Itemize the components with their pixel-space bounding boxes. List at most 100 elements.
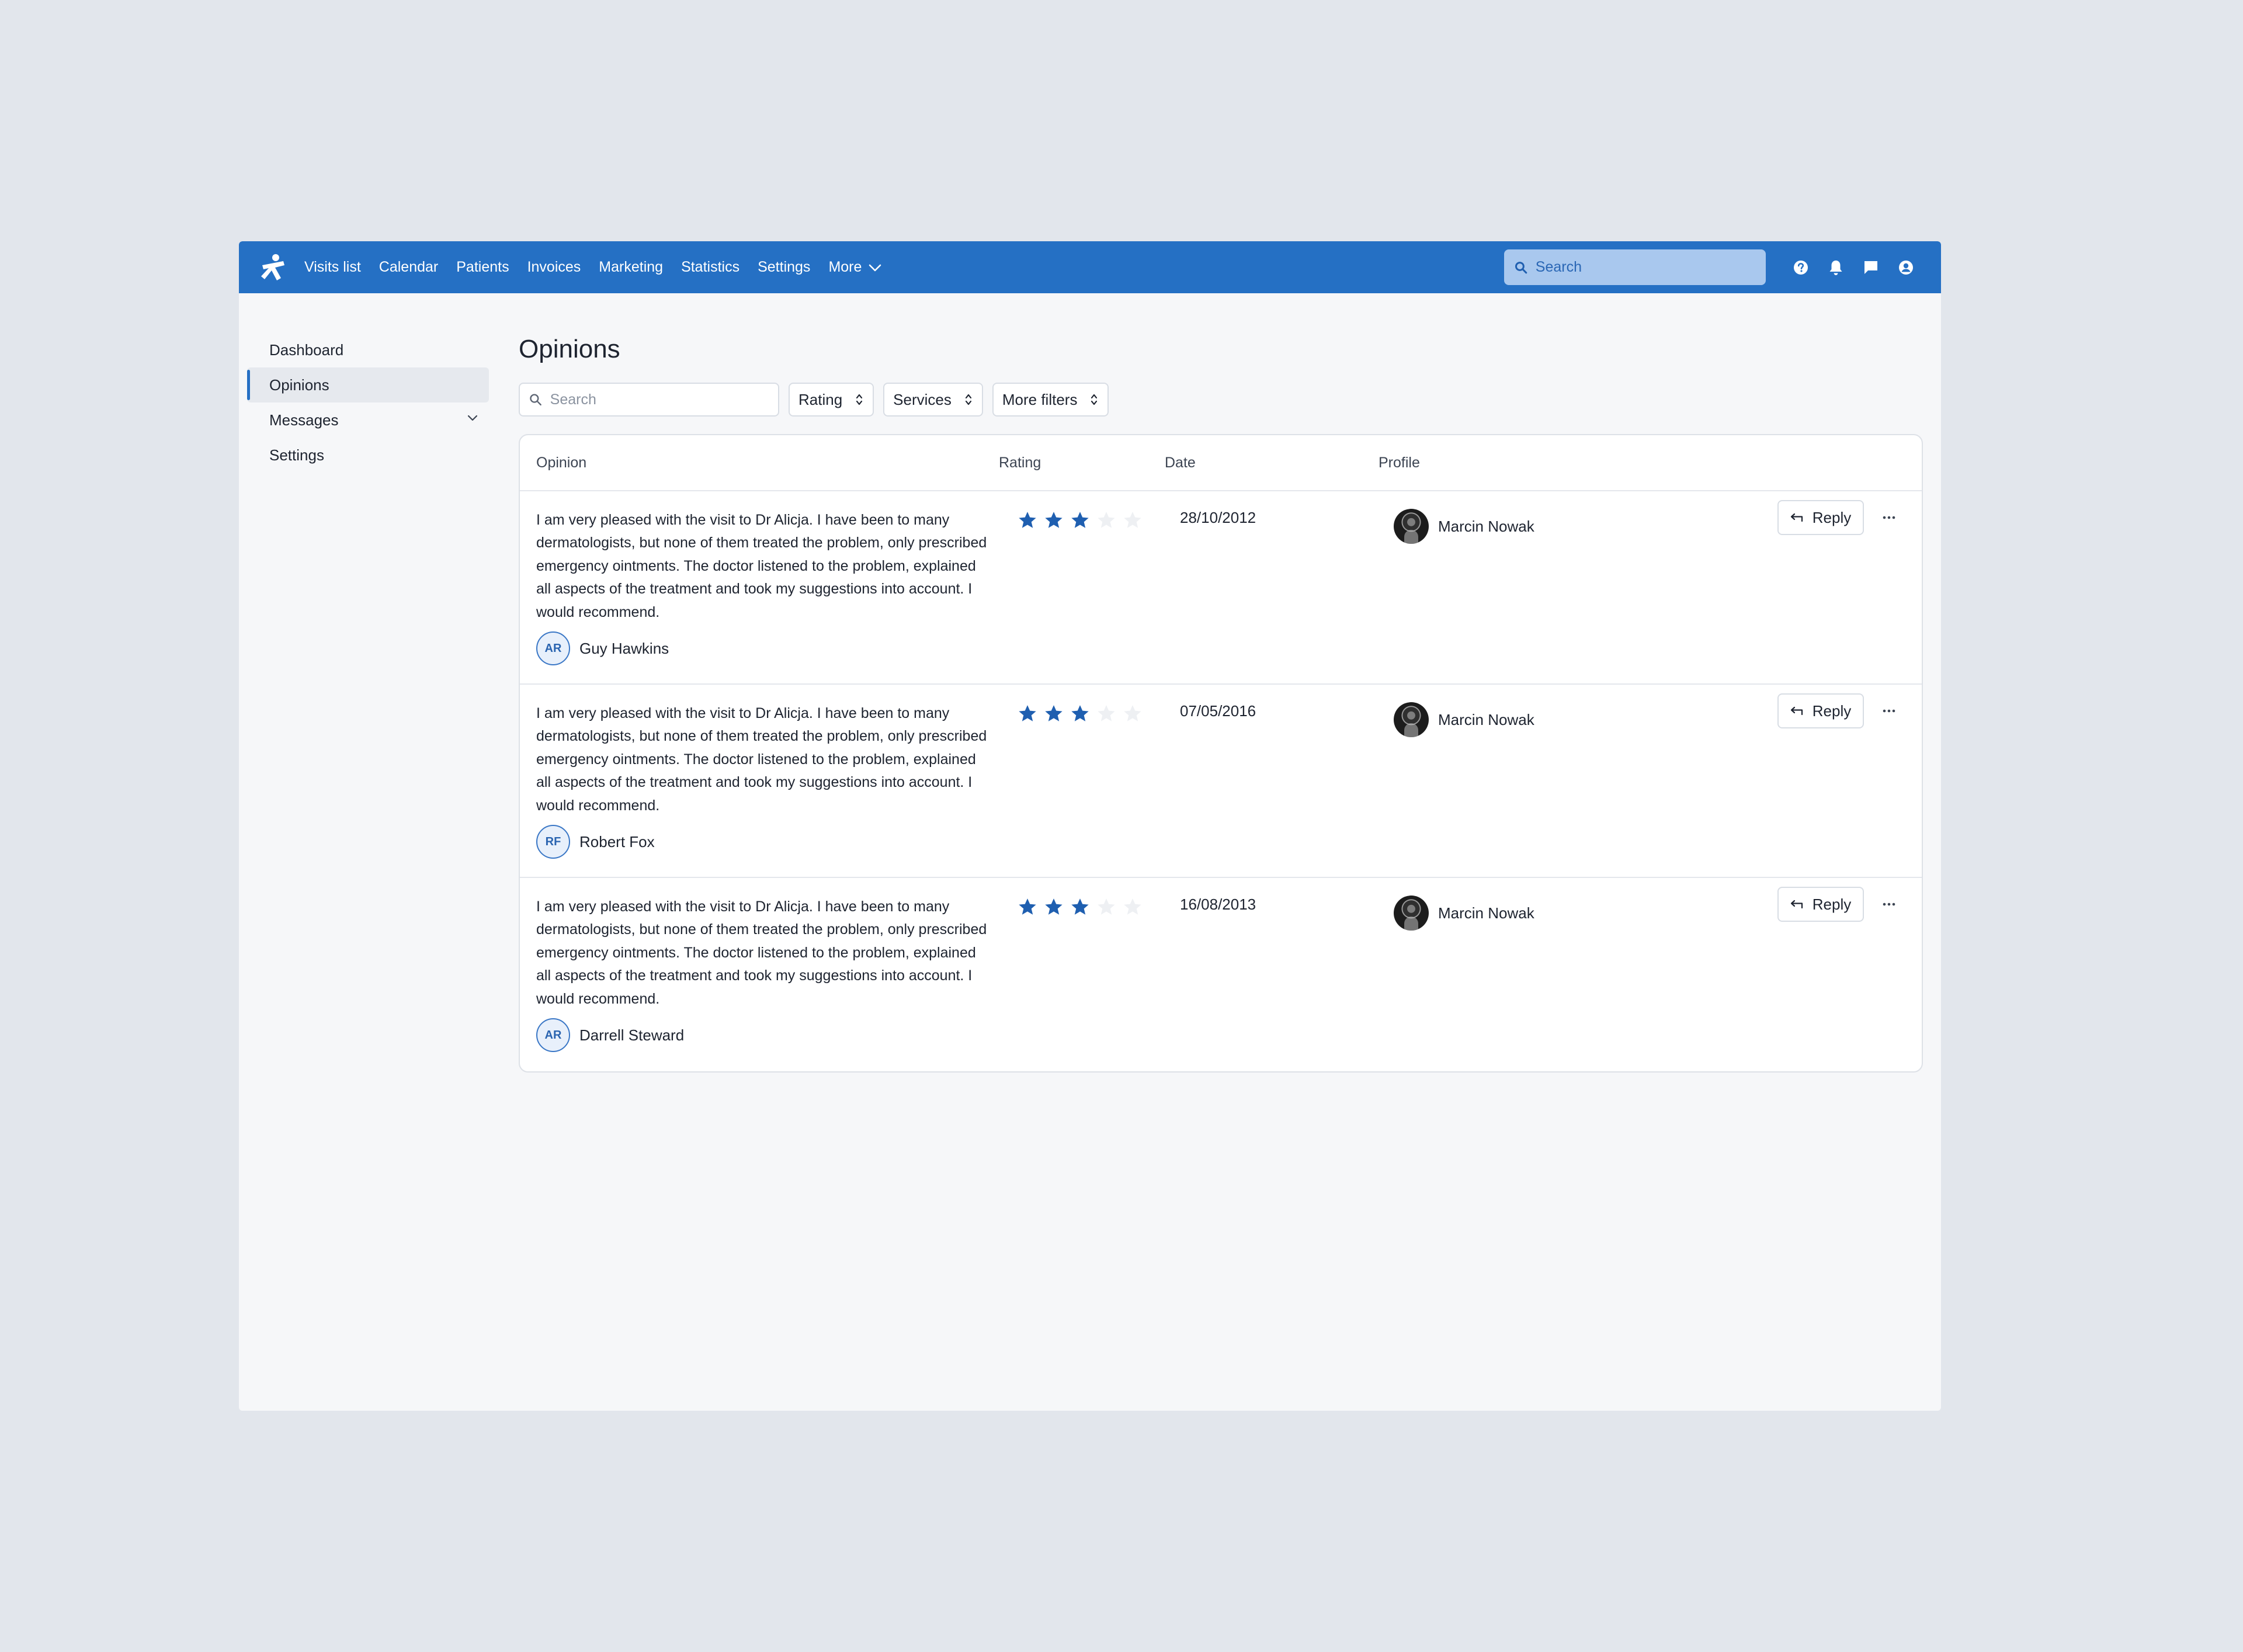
reply-button[interactable]: Reply	[1777, 887, 1864, 922]
table-row: I am very pleased with the visit to Dr A…	[520, 685, 1922, 878]
star-empty-icon	[1098, 512, 1115, 528]
reply-button[interactable]: Reply	[1777, 693, 1864, 728]
nav-calendar[interactable]: Calendar	[379, 259, 438, 276]
services-filter-label: Services	[893, 390, 952, 408]
chevron-down-icon[interactable]	[467, 414, 478, 422]
opinion-text: I am very pleased with the visit to Dr A…	[536, 512, 987, 620]
star-rating	[1018, 897, 1149, 916]
star-filled-icon	[1019, 512, 1036, 528]
sidebar-item-settings[interactable]: Settings	[247, 438, 489, 473]
profile-name: Marcin Nowak	[1438, 904, 1534, 922]
avatar	[1394, 702, 1429, 737]
profile-cell: Marcin Nowak	[1394, 509, 1534, 544]
star-empty-icon	[1124, 898, 1141, 915]
sidebar: Dashboard Opinions Messages Settings	[247, 332, 489, 473]
profile-cell: Marcin Nowak	[1394, 896, 1534, 931]
star-filled-icon	[1071, 898, 1089, 915]
nav-visits-list[interactable]: Visits list	[304, 259, 361, 276]
sidebar-item-dashboard[interactable]: Dashboard	[247, 332, 489, 367]
column-header-opinion: Opinion	[536, 454, 587, 471]
reply-arrow-icon	[1790, 900, 1803, 909]
avatar	[1394, 896, 1429, 931]
star-empty-icon	[1124, 512, 1141, 528]
author-initials-avatar: AR	[536, 631, 570, 665]
star-filled-icon	[1071, 512, 1089, 528]
nav-invoices[interactable]: Invoices	[527, 259, 581, 276]
sidebar-item-label: Messages	[269, 411, 339, 429]
sidebar-item-messages[interactable]: Messages	[247, 402, 489, 438]
opinions-table: Opinion Rating Date Profile I am very pl…	[519, 434, 1923, 1073]
profile-cell: Marcin Nowak	[1394, 702, 1534, 737]
nav-marketing[interactable]: Marketing	[599, 259, 663, 276]
author-initials-avatar: RF	[536, 825, 570, 859]
search-icon	[1515, 261, 1527, 273]
opinion-date: 16/08/2013	[1180, 896, 1256, 913]
reply-label: Reply	[1812, 895, 1852, 913]
reply-label: Reply	[1812, 702, 1852, 720]
star-filled-icon	[1045, 512, 1063, 528]
opinion-author: AR Guy Hawkins	[536, 631, 669, 665]
star-filled-icon	[1019, 705, 1036, 721]
chevron-down-icon	[869, 264, 881, 271]
app-window: Visits list Calendar Patients Invoices M…	[239, 241, 1941, 1411]
opinions-search[interactable]	[519, 383, 779, 417]
main-content: Opinions Rating Services More filters Op…	[519, 332, 1923, 1073]
nav-statistics[interactable]: Statistics	[681, 259, 739, 276]
reply-label: Reply	[1812, 508, 1852, 526]
author-initials-avatar: AR	[536, 1018, 570, 1052]
sort-updown-icon	[965, 394, 971, 405]
table-row: I am very pleased with the visit to Dr A…	[520, 491, 1922, 685]
services-filter-button[interactable]: Services	[883, 383, 983, 417]
nav-more-menu[interactable]: More	[828, 259, 881, 276]
sidebar-item-label: Dashboard	[269, 341, 344, 359]
reply-arrow-icon	[1790, 513, 1803, 522]
sort-updown-icon	[856, 394, 863, 405]
star-filled-icon	[1045, 705, 1063, 721]
sort-updown-icon	[1091, 394, 1098, 405]
nav-patients[interactable]: Patients	[456, 259, 509, 276]
more-filters-label: More filters	[1002, 390, 1078, 408]
more-actions-icon[interactable]	[1875, 699, 1903, 723]
search-icon	[530, 394, 541, 406]
star-filled-icon	[1071, 705, 1089, 721]
global-search-input[interactable]	[1535, 259, 1755, 276]
star-rating	[1018, 511, 1149, 529]
author-name: Robert Fox	[579, 832, 655, 851]
opinions-search-input[interactable]	[550, 391, 769, 408]
chat-icon[interactable]	[1853, 250, 1888, 285]
main-nav: Visits list Calendar Patients Invoices M…	[304, 259, 900, 276]
star-filled-icon	[1045, 898, 1063, 915]
opinion-text: I am very pleased with the visit to Dr A…	[536, 898, 987, 1007]
more-actions-icon[interactable]	[1875, 893, 1903, 916]
opinion-author: RF Robert Fox	[536, 825, 655, 859]
star-empty-icon	[1124, 705, 1141, 721]
nav-settings[interactable]: Settings	[758, 259, 810, 276]
star-empty-icon	[1098, 705, 1115, 721]
sidebar-item-label: Opinions	[269, 376, 329, 394]
column-header-date: Date	[1165, 454, 1196, 471]
user-circle-icon[interactable]	[1888, 250, 1923, 285]
profile-name: Marcin Nowak	[1438, 710, 1534, 728]
sidebar-item-opinions[interactable]: Opinions	[247, 367, 489, 402]
opinion-date: 07/05/2016	[1180, 702, 1256, 720]
rating-filter-button[interactable]: Rating	[789, 383, 874, 417]
opinion-author: AR Darrell Steward	[536, 1018, 684, 1052]
more-filters-button[interactable]: More filters	[992, 383, 1109, 417]
brand-logo-icon[interactable]	[258, 252, 288, 283]
reply-arrow-icon	[1790, 706, 1803, 716]
star-empty-icon	[1098, 898, 1115, 915]
opinion-text: I am very pleased with the visit to Dr A…	[536, 705, 987, 814]
global-search[interactable]	[1504, 249, 1766, 285]
reply-button[interactable]: Reply	[1777, 500, 1864, 535]
more-actions-icon[interactable]	[1875, 506, 1903, 529]
filter-bar: Rating Services More filters	[519, 383, 1923, 417]
opinion-date: 28/10/2012	[1180, 509, 1256, 526]
top-navbar: Visits list Calendar Patients Invoices M…	[239, 241, 1941, 293]
rating-filter-label: Rating	[798, 390, 843, 408]
column-header-profile: Profile	[1379, 454, 1420, 471]
avatar	[1394, 509, 1429, 544]
bell-icon[interactable]	[1818, 250, 1853, 285]
help-icon[interactable]	[1783, 250, 1818, 285]
author-name: Guy Hawkins	[579, 639, 669, 657]
table-row: I am very pleased with the visit to Dr A…	[520, 878, 1922, 1071]
